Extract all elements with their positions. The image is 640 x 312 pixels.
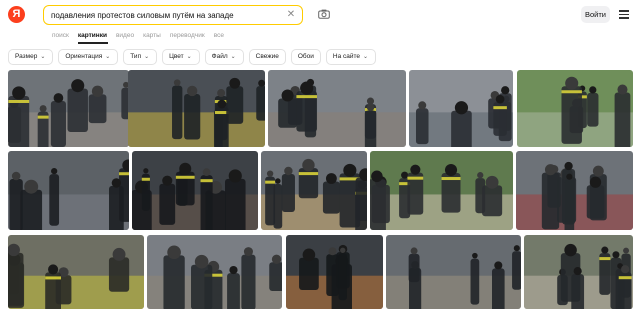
image-result-yellow-vest-clash[interactable] (8, 235, 144, 309)
photo-icon (261, 151, 367, 230)
photo-icon (8, 235, 144, 309)
image-result-sit-in-removal[interactable] (524, 235, 633, 309)
photo-icon (128, 70, 265, 147)
image-result-riot-police-advance[interactable] (516, 151, 633, 230)
photo-icon (268, 70, 406, 147)
image-result-police-horse-crowd[interactable] (286, 235, 383, 309)
photo-icon (8, 151, 129, 230)
image-result-police-detain-man[interactable] (409, 70, 513, 147)
image-result-street-detention-night[interactable] (132, 151, 258, 230)
image-result-protesters-ground[interactable] (370, 151, 513, 230)
image-result-arrest-baton[interactable] (386, 235, 521, 309)
photo-icon (386, 235, 521, 309)
photo-icon (132, 151, 258, 230)
photo-icon (286, 235, 383, 309)
image-result-riot-squad-push[interactable] (8, 151, 129, 230)
image-result-police-line-protesters[interactable] (261, 151, 367, 230)
photo-icon (409, 70, 513, 147)
photo-icon (516, 151, 633, 230)
image-result-police-arrest-street[interactable] (8, 70, 129, 147)
photo-icon (147, 235, 282, 309)
image-result-park-arrest[interactable] (517, 70, 633, 147)
photo-icon (8, 70, 129, 147)
image-result-riot-police-shields[interactable] (268, 70, 406, 147)
photo-icon (517, 70, 633, 147)
image-result-officers-dragging[interactable] (147, 235, 282, 309)
image-results-grid (0, 0, 640, 312)
photo-icon (524, 235, 633, 309)
image-result-crowd-clash-helmets[interactable] (128, 70, 265, 147)
photo-icon (370, 151, 513, 230)
